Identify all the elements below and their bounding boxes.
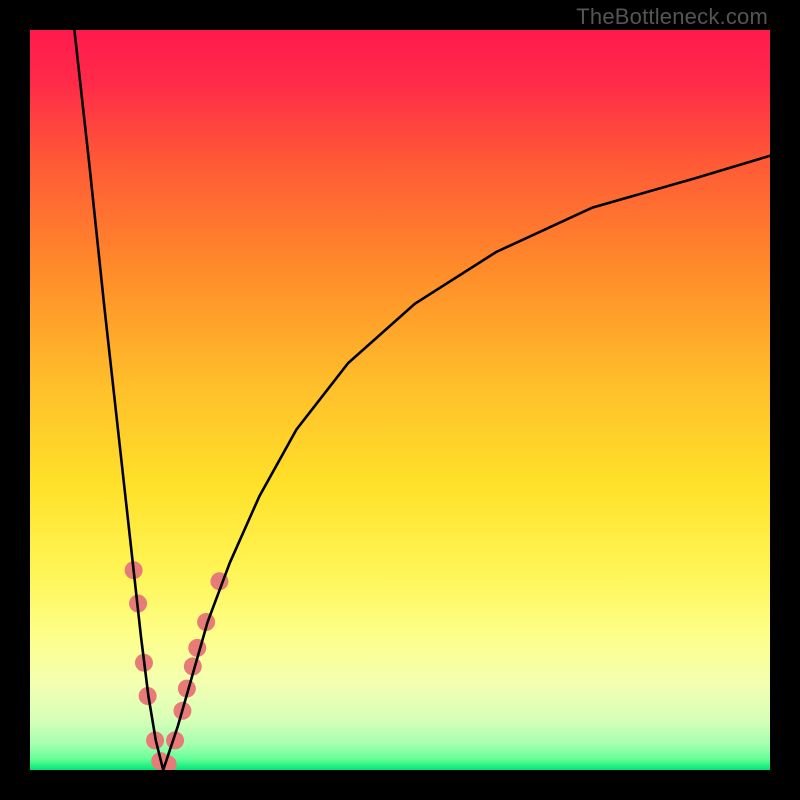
chart-curves — [30, 30, 770, 770]
watermark-text: TheBottleneck.com — [576, 4, 768, 30]
curve-right-branch — [163, 156, 770, 770]
plot-area — [30, 30, 770, 770]
marker-layer — [125, 561, 229, 770]
chart-frame: TheBottleneck.com — [0, 0, 800, 800]
